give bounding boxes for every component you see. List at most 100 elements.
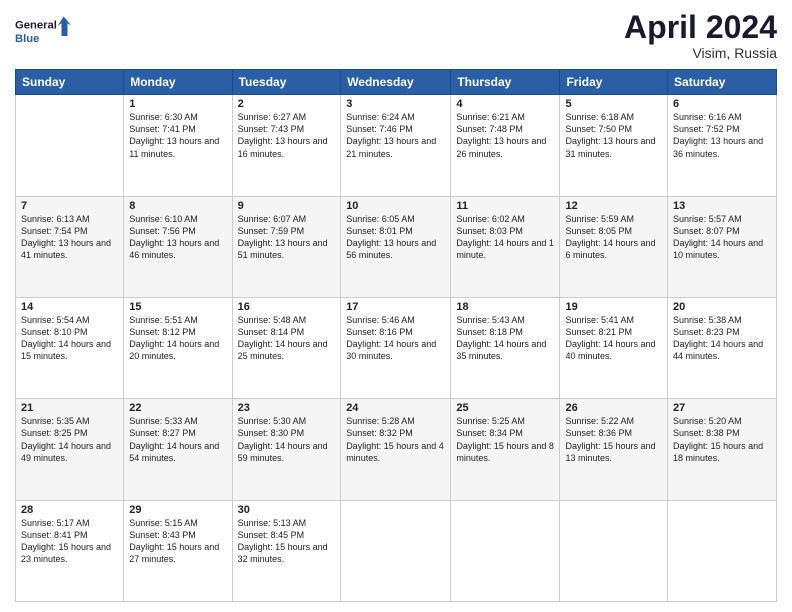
month-title: April 2024 <box>624 10 777 45</box>
day-number: 4 <box>456 98 554 110</box>
day-number: 13 <box>673 200 771 212</box>
cell-w4-d6: 27 Sunrise: 5:20 AMSunset: 8:38 PMDaylig… <box>668 399 777 500</box>
cell-w1-d0 <box>16 95 124 196</box>
day-number: 16 <box>238 301 336 313</box>
day-number: 26 <box>565 402 662 414</box>
cell-info: Sunrise: 5:57 AMSunset: 8:07 PMDaylight:… <box>673 213 771 262</box>
cell-info: Sunrise: 5:46 AMSunset: 8:16 PMDaylight:… <box>346 314 445 363</box>
day-number: 1 <box>129 98 226 110</box>
cell-info: Sunrise: 6:21 AMSunset: 7:48 PMDaylight:… <box>456 111 554 160</box>
cell-info: Sunrise: 5:28 AMSunset: 8:32 PMDaylight:… <box>346 415 445 464</box>
logo: General Blue <box>15 10 75 50</box>
cell-info: Sunrise: 5:20 AMSunset: 8:38 PMDaylight:… <box>673 415 771 464</box>
cell-info: Sunrise: 6:13 AMSunset: 7:54 PMDaylight:… <box>21 213 118 262</box>
cell-info: Sunrise: 5:15 AMSunset: 8:43 PMDaylight:… <box>129 517 226 566</box>
cell-w4-d1: 22 Sunrise: 5:33 AMSunset: 8:27 PMDaylig… <box>124 399 232 500</box>
week-row-4: 21 Sunrise: 5:35 AMSunset: 8:25 PMDaylig… <box>16 399 777 500</box>
cell-info: Sunrise: 5:54 AMSunset: 8:10 PMDaylight:… <box>21 314 118 363</box>
cell-info: Sunrise: 6:30 AMSunset: 7:41 PMDaylight:… <box>129 111 226 160</box>
day-number: 29 <box>129 504 226 516</box>
cell-info: Sunrise: 5:51 AMSunset: 8:12 PMDaylight:… <box>129 314 226 363</box>
cell-w1-d2: 2 Sunrise: 6:27 AMSunset: 7:43 PMDayligh… <box>232 95 341 196</box>
day-number: 12 <box>565 200 662 212</box>
cell-w5-d3 <box>341 500 451 601</box>
cell-info: Sunrise: 5:33 AMSunset: 8:27 PMDaylight:… <box>129 415 226 464</box>
week-row-1: 1 Sunrise: 6:30 AMSunset: 7:41 PMDayligh… <box>16 95 777 196</box>
page: General Blue April 2024 Visim, Russia Su… <box>0 0 792 612</box>
cell-w2-d3: 10 Sunrise: 6:05 AMSunset: 8:01 PMDaylig… <box>341 196 451 297</box>
cell-w5-d0: 28 Sunrise: 5:17 AMSunset: 8:41 PMDaylig… <box>16 500 124 601</box>
day-number: 24 <box>346 402 445 414</box>
week-row-3: 14 Sunrise: 5:54 AMSunset: 8:10 PMDaylig… <box>16 297 777 398</box>
cell-w3-d3: 17 Sunrise: 5:46 AMSunset: 8:16 PMDaylig… <box>341 297 451 398</box>
cell-info: Sunrise: 6:07 AMSunset: 7:59 PMDaylight:… <box>238 213 336 262</box>
col-header-monday: Monday <box>124 70 232 95</box>
cell-info: Sunrise: 5:43 AMSunset: 8:18 PMDaylight:… <box>456 314 554 363</box>
cell-w5-d1: 29 Sunrise: 5:15 AMSunset: 8:43 PMDaylig… <box>124 500 232 601</box>
cell-w3-d0: 14 Sunrise: 5:54 AMSunset: 8:10 PMDaylig… <box>16 297 124 398</box>
cell-w4-d5: 26 Sunrise: 5:22 AMSunset: 8:36 PMDaylig… <box>560 399 668 500</box>
col-header-wednesday: Wednesday <box>341 70 451 95</box>
header: General Blue April 2024 Visim, Russia <box>15 10 777 61</box>
svg-text:General: General <box>15 20 57 32</box>
cell-w1-d6: 6 Sunrise: 6:16 AMSunset: 7:52 PMDayligh… <box>668 95 777 196</box>
cell-w3-d5: 19 Sunrise: 5:41 AMSunset: 8:21 PMDaylig… <box>560 297 668 398</box>
cell-info: Sunrise: 5:59 AMSunset: 8:05 PMDaylight:… <box>565 213 662 262</box>
cell-info: Sunrise: 6:10 AMSunset: 7:56 PMDaylight:… <box>129 213 226 262</box>
cell-w4-d4: 25 Sunrise: 5:25 AMSunset: 8:34 PMDaylig… <box>451 399 560 500</box>
cell-w2-d4: 11 Sunrise: 6:02 AMSunset: 8:03 PMDaylig… <box>451 196 560 297</box>
cell-w4-d2: 23 Sunrise: 5:30 AMSunset: 8:30 PMDaylig… <box>232 399 341 500</box>
day-number: 14 <box>21 301 118 313</box>
day-number: 28 <box>21 504 118 516</box>
cell-info: Sunrise: 5:41 AMSunset: 8:21 PMDaylight:… <box>565 314 662 363</box>
cell-w3-d1: 15 Sunrise: 5:51 AMSunset: 8:12 PMDaylig… <box>124 297 232 398</box>
day-number: 10 <box>346 200 445 212</box>
cell-w2-d1: 8 Sunrise: 6:10 AMSunset: 7:56 PMDayligh… <box>124 196 232 297</box>
cell-info: Sunrise: 5:22 AMSunset: 8:36 PMDaylight:… <box>565 415 662 464</box>
cell-w1-d5: 5 Sunrise: 6:18 AMSunset: 7:50 PMDayligh… <box>560 95 668 196</box>
calendar-header-row: SundayMondayTuesdayWednesdayThursdayFrid… <box>16 70 777 95</box>
cell-info: Sunrise: 5:25 AMSunset: 8:34 PMDaylight:… <box>456 415 554 464</box>
cell-w5-d4 <box>451 500 560 601</box>
day-number: 20 <box>673 301 771 313</box>
day-number: 19 <box>565 301 662 313</box>
day-number: 27 <box>673 402 771 414</box>
day-number: 11 <box>456 200 554 212</box>
cell-info: Sunrise: 6:16 AMSunset: 7:52 PMDaylight:… <box>673 111 771 160</box>
cell-w1-d4: 4 Sunrise: 6:21 AMSunset: 7:48 PMDayligh… <box>451 95 560 196</box>
cell-w5-d5 <box>560 500 668 601</box>
col-header-sunday: Sunday <box>16 70 124 95</box>
cell-info: Sunrise: 6:05 AMSunset: 8:01 PMDaylight:… <box>346 213 445 262</box>
cell-w1-d1: 1 Sunrise: 6:30 AMSunset: 7:41 PMDayligh… <box>124 95 232 196</box>
day-number: 8 <box>129 200 226 212</box>
cell-info: Sunrise: 6:27 AMSunset: 7:43 PMDaylight:… <box>238 111 336 160</box>
svg-text:Blue: Blue <box>15 33 39 45</box>
day-number: 23 <box>238 402 336 414</box>
day-number: 2 <box>238 98 336 110</box>
cell-w1-d3: 3 Sunrise: 6:24 AMSunset: 7:46 PMDayligh… <box>341 95 451 196</box>
cell-w3-d4: 18 Sunrise: 5:43 AMSunset: 8:18 PMDaylig… <box>451 297 560 398</box>
day-number: 3 <box>346 98 445 110</box>
day-number: 15 <box>129 301 226 313</box>
cell-info: Sunrise: 5:48 AMSunset: 8:14 PMDaylight:… <box>238 314 336 363</box>
day-number: 7 <box>21 200 118 212</box>
day-number: 22 <box>129 402 226 414</box>
day-number: 18 <box>456 301 554 313</box>
cell-w5-d2: 30 Sunrise: 5:13 AMSunset: 8:45 PMDaylig… <box>232 500 341 601</box>
logo-svg: General Blue <box>15 10 75 50</box>
day-number: 25 <box>456 402 554 414</box>
cell-w2-d6: 13 Sunrise: 5:57 AMSunset: 8:07 PMDaylig… <box>668 196 777 297</box>
col-header-friday: Friday <box>560 70 668 95</box>
cell-w5-d6 <box>668 500 777 601</box>
week-row-2: 7 Sunrise: 6:13 AMSunset: 7:54 PMDayligh… <box>16 196 777 297</box>
cell-info: Sunrise: 6:18 AMSunset: 7:50 PMDaylight:… <box>565 111 662 160</box>
week-row-5: 28 Sunrise: 5:17 AMSunset: 8:41 PMDaylig… <box>16 500 777 601</box>
day-number: 5 <box>565 98 662 110</box>
location: Visim, Russia <box>624 45 777 61</box>
col-header-tuesday: Tuesday <box>232 70 341 95</box>
cell-info: Sunrise: 5:38 AMSunset: 8:23 PMDaylight:… <box>673 314 771 363</box>
cell-w2-d5: 12 Sunrise: 5:59 AMSunset: 8:05 PMDaylig… <box>560 196 668 297</box>
day-number: 17 <box>346 301 445 313</box>
cell-info: Sunrise: 6:24 AMSunset: 7:46 PMDaylight:… <box>346 111 445 160</box>
cell-w2-d0: 7 Sunrise: 6:13 AMSunset: 7:54 PMDayligh… <box>16 196 124 297</box>
